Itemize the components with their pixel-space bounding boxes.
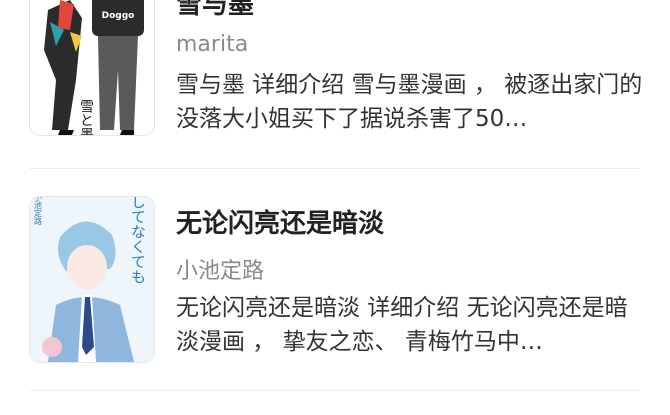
cover-jp-title: キラキラしてなくても <box>129 197 147 284</box>
cover-image[interactable]: Doggo 雪と墨 <box>30 0 154 135</box>
item-title[interactable]: 雪与墨 <box>176 0 254 21</box>
cover-jp-title: 雪と墨 <box>78 99 94 135</box>
cover-art-xue-yu-mo: Doggo 雪と墨 <box>30 0 154 135</box>
item-description: 雪与墨 详细介绍 雪与墨漫画 ， 被逐出家门的没落大小姐买下了据说杀害了50… <box>176 72 643 132</box>
list-item[interactable]: Doggo 雪と墨 雪与墨 marita 雪与墨 详细介绍 雪与墨漫画 ， 被逐… <box>0 0 670 138</box>
cover-image[interactable]: キラキラしてなくても 小池定路 <box>30 197 154 362</box>
divider <box>30 168 640 169</box>
item-description: 无论闪亮还是暗淡 详细介绍 无论闪亮还是暗淡漫画 ， 挚友之恋、 青梅竹马中… <box>176 295 628 355</box>
list-item[interactable]: キラキラしてなくても 小池定路 无论闪亮还是暗淡 小池定路 无论闪亮还是暗淡 详… <box>0 195 670 363</box>
cover-shirt-text: Doggo <box>102 11 135 21</box>
cover-art-kirakira: キラキラしてなくても 小池定路 <box>30 197 154 362</box>
manga-list: Doggo 雪と墨 雪与墨 marita 雪与墨 详细介绍 雪与墨漫画 ， 被逐… <box>0 0 670 415</box>
divider <box>30 390 640 391</box>
item-author: 小池定路 <box>176 259 265 284</box>
cover-author: 小池定路 <box>34 197 43 225</box>
item-title[interactable]: 无论闪亮还是暗淡 <box>176 203 384 240</box>
item-author: marita <box>176 32 249 57</box>
